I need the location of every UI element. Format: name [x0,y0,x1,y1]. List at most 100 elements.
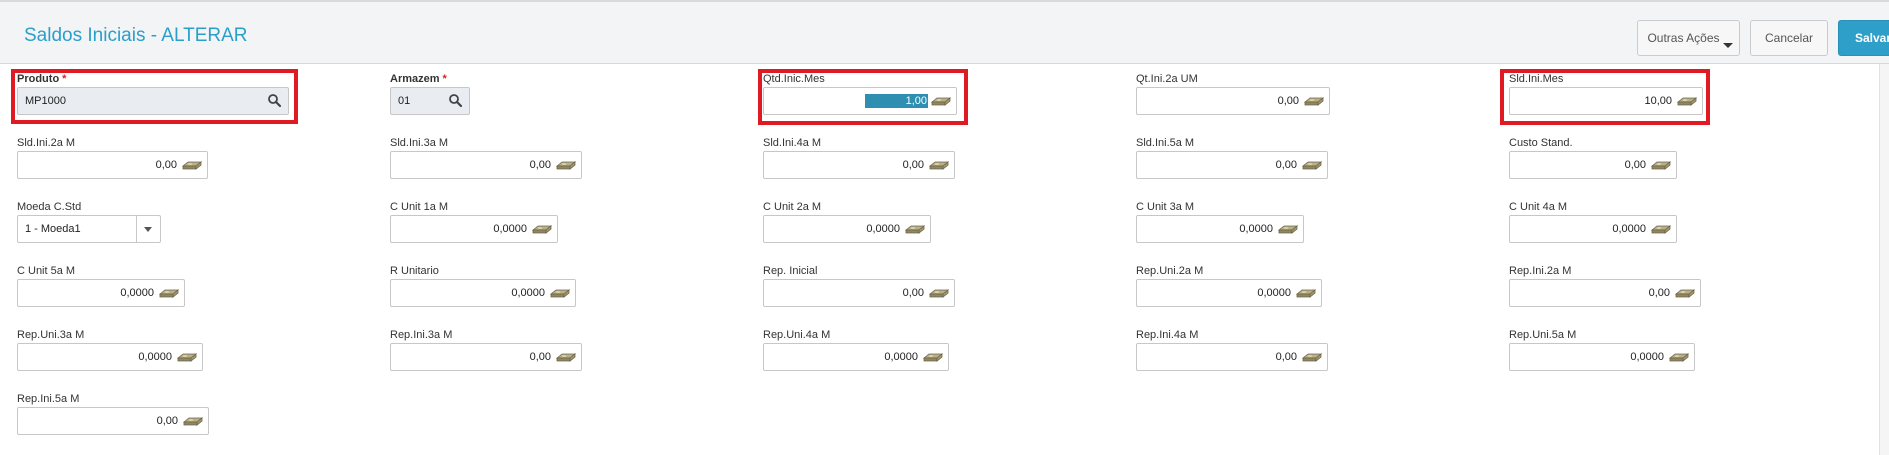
armazem-label: Armazem [390,73,440,85]
qt-ini-2a-um-value: 0,00 [1277,95,1299,107]
sld-ini-2a-m-input[interactable]: 0,00 [17,151,208,179]
rep-ini-2a-m-label: Rep.Ini.2a M [1509,265,1572,277]
rep-ini-5a-m-label: Rep.Ini.5a M [17,393,80,405]
c-unit-3a-m-label: C Unit 3a M [1136,201,1195,213]
qt-ini-2a-um-label: Qt.Ini.2a UM [1136,73,1198,85]
money-icon[interactable] [1651,159,1671,171]
rep-ini-3a-m-value: 0,00 [529,351,551,363]
r-unitario-value: 0,0000 [511,287,545,299]
money-icon[interactable] [556,159,576,171]
r-unitario-label: R Unitario [390,265,439,277]
outras-acoes-button[interactable]: Outras Ações [1637,20,1740,56]
rep-uni-4a-m-input[interactable]: 0,0000 [763,343,949,371]
money-icon[interactable] [1304,95,1324,107]
rep-ini-3a-m-input[interactable]: 0,00 [390,343,582,371]
sld-ini-5a-m-label: Sld.Ini.5a M [1136,137,1195,149]
vertical-scrollbar[interactable] [1879,64,1889,455]
sld-ini-5a-m-input[interactable]: 0,00 [1136,151,1328,179]
money-icon[interactable] [550,287,570,299]
sld-ini-5a-m-value: 0,00 [1275,159,1297,171]
money-icon[interactable] [1302,159,1322,171]
money-icon[interactable] [1651,223,1671,235]
highlight-box-sld-ini-mes [1500,69,1710,125]
c-unit-1a-m-value: 0,0000 [493,223,527,235]
rep-ini-2a-m-value: 0,00 [1648,287,1670,299]
money-icon[interactable] [929,287,949,299]
c-unit-3a-m-value: 0,0000 [1239,223,1273,235]
sld-ini-3a-m-value: 0,00 [529,159,551,171]
money-icon[interactable] [1302,351,1322,363]
c-unit-5a-m-value: 0,0000 [120,287,154,299]
rep-uni-2a-m-label: Rep.Uni.2a M [1136,265,1204,277]
money-icon[interactable] [177,351,197,363]
money-icon[interactable] [183,415,203,427]
rep-ini-4a-m-value: 0,00 [1275,351,1297,363]
rep-uni-4a-m-value: 0,0000 [884,351,918,363]
c-unit-2a-m-value: 0,0000 [866,223,900,235]
rep-ini-2a-m-input[interactable]: 0,00 [1509,279,1701,307]
money-icon[interactable] [1278,223,1298,235]
c-unit-5a-m-input[interactable]: 0,0000 [17,279,185,307]
c-unit-4a-m-value: 0,0000 [1612,223,1646,235]
required-marker: * [442,73,447,85]
money-icon[interactable] [556,351,576,363]
rep-ini-4a-m-input[interactable]: 0,00 [1136,343,1328,371]
sld-ini-4a-m-label: Sld.Ini.4a M [763,137,822,149]
money-icon[interactable] [1296,287,1316,299]
rep-uni-5a-m-value: 0,0000 [1630,351,1664,363]
c-unit-1a-m-label: C Unit 1a M [390,201,449,213]
sld-ini-4a-m-input[interactable]: 0,00 [763,151,955,179]
search-icon[interactable] [443,88,469,114]
c-unit-2a-m-input[interactable]: 0,0000 [763,215,931,243]
money-icon[interactable] [532,223,552,235]
rep-uni-3a-m-input[interactable]: 0,0000 [17,343,203,371]
save-button[interactable]: Salvar [1838,20,1889,56]
c-unit-5a-m-label: C Unit 5a M [17,265,76,277]
money-icon[interactable] [1675,287,1695,299]
c-unit-1a-m-input[interactable]: 0,0000 [390,215,558,243]
armazem-value: 01 [398,95,411,107]
rep-ini-5a-m-value: 0,00 [156,415,178,427]
rep-uni-3a-m-label: Rep.Uni.3a M [17,329,85,341]
custo-stand-value: 0,00 [1624,159,1646,171]
rep-ini-3a-m-label: Rep.Ini.3a M [390,329,453,341]
cancel-button[interactable]: Cancelar [1750,20,1828,56]
custo-stand-input[interactable]: 0,00 [1509,151,1677,179]
chevron-down-icon[interactable] [136,216,160,242]
rep-inicial-label: Rep. Inicial [763,265,818,277]
highlight-box-produto [11,69,298,124]
money-icon[interactable] [905,223,925,235]
rep-ini-4a-m-label: Rep.Ini.4a M [1136,329,1199,341]
custo-stand-label: Custo Stand. [1509,137,1573,149]
qt-ini-2a-um-input[interactable]: 0,00 [1136,87,1330,115]
rep-uni-3a-m-value: 0,0000 [138,351,172,363]
moeda-c-std-label: Moeda C.Std [17,201,82,213]
rep-ini-5a-m-input[interactable]: 0,00 [17,407,209,435]
c-unit-3a-m-input[interactable]: 0,0000 [1136,215,1304,243]
rep-uni-5a-m-input[interactable]: 0,0000 [1509,343,1695,371]
page-title: Saldos Iniciais - ALTERAR [24,25,248,46]
rep-inicial-value: 0,00 [902,287,924,299]
money-icon[interactable] [159,287,179,299]
highlight-box-qtd-inic-mes [758,69,968,125]
money-icon[interactable] [929,159,949,171]
sld-ini-4a-m-value: 0,00 [902,159,924,171]
sld-ini-2a-m-label: Sld.Ini.2a M [17,137,76,149]
moeda-c-std-select[interactable]: 1 - Moeda1 [17,215,161,243]
sld-ini-3a-m-input[interactable]: 0,00 [390,151,582,179]
rep-uni-2a-m-input[interactable]: 0,0000 [1136,279,1322,307]
r-unitario-input[interactable]: 0,0000 [390,279,576,307]
rep-inicial-input[interactable]: 0,00 [763,279,955,307]
page-header: Saldos Iniciais - ALTERAR Outras Ações C… [0,0,1889,64]
sld-ini-2a-m-value: 0,00 [155,159,177,171]
c-unit-4a-m-label: C Unit 4a M [1509,201,1568,213]
money-icon[interactable] [923,351,943,363]
money-icon[interactable] [1669,351,1689,363]
outras-acoes-label: Outras Ações [1647,31,1720,45]
money-icon[interactable] [182,159,202,171]
armazem-input[interactable]: 01 [390,87,470,115]
c-unit-2a-m-label: C Unit 2a M [763,201,822,213]
c-unit-4a-m-input[interactable]: 0,0000 [1509,215,1677,243]
moeda-c-std-value: 1 - Moeda1 [25,223,81,235]
chevron-down-icon [1723,43,1733,48]
